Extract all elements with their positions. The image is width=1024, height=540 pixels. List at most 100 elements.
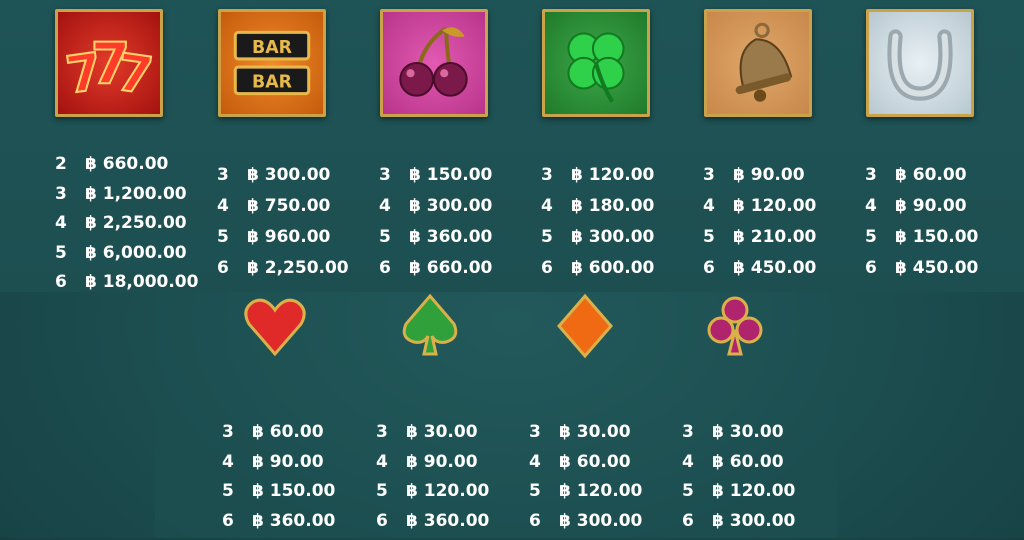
pay-count: 5 <box>217 227 247 247</box>
pay-count: 5 <box>703 227 733 247</box>
pay-count: 4 <box>217 196 247 216</box>
pay-count: 6 <box>682 511 712 531</box>
pay-amount: ฿ 60.00 <box>712 452 784 472</box>
pay-count: 4 <box>55 213 85 233</box>
pay-count: 5 <box>222 481 252 501</box>
pay-row: 6฿ 450.00 <box>865 258 978 289</box>
pay-row: 5฿ 120.00 <box>376 481 489 511</box>
bar-pay-list: 3฿ 300.00 4฿ 750.00 5฿ 960.00 6฿ 2,250.0… <box>217 165 349 289</box>
pay-count: 6 <box>55 272 85 292</box>
pay-row: 6฿ 450.00 <box>703 258 816 289</box>
pay-amount: ฿ 30.00 <box>712 422 784 442</box>
pay-row: 6฿ 360.00 <box>222 511 335 540</box>
pay-amount: ฿ 300.00 <box>247 165 330 185</box>
pay-amount: ฿ 150.00 <box>895 227 978 247</box>
pay-row: 3฿ 30.00 <box>529 422 642 452</box>
pay-row: 2฿ 660.00 <box>55 154 198 184</box>
pay-amount: ฿ 60.00 <box>559 452 631 472</box>
pay-row: 6฿ 2,250.00 <box>217 258 349 289</box>
club-icon <box>703 292 767 360</box>
pay-row: 3฿ 90.00 <box>703 165 816 196</box>
pay-row: 3฿ 150.00 <box>379 165 492 196</box>
pay-count: 6 <box>217 258 247 278</box>
pay-count: 4 <box>222 452 252 472</box>
pay-amount: ฿ 150.00 <box>252 481 335 501</box>
pay-row: 4฿ 60.00 <box>529 452 642 482</box>
pay-row: 4฿ 90.00 <box>865 196 978 227</box>
pay-count: 5 <box>865 227 895 247</box>
pay-count: 5 <box>541 227 571 247</box>
pay-count: 3 <box>703 165 733 185</box>
pay-amount: ฿ 1,200.00 <box>85 184 187 204</box>
pay-row: 6฿ 300.00 <box>529 511 642 540</box>
pay-amount: ฿ 120.00 <box>733 196 816 216</box>
pay-count: 4 <box>529 452 559 472</box>
pay-count: 6 <box>703 258 733 278</box>
pay-row: 3฿ 300.00 <box>217 165 349 196</box>
pay-count: 4 <box>865 196 895 216</box>
cherry-pay-list: 3฿ 150.00 4฿ 300.00 5฿ 360.00 6฿ 660.00 <box>379 165 492 289</box>
pay-amount: ฿ 120.00 <box>559 481 642 501</box>
pay-count: 3 <box>376 422 406 442</box>
pay-row: 5฿ 300.00 <box>541 227 654 258</box>
pay-amount: ฿ 300.00 <box>571 227 654 247</box>
pay-row: 6฿ 360.00 <box>376 511 489 540</box>
club-pay-list: 3฿ 30.00 4฿ 60.00 5฿ 120.00 6฿ 300.00 <box>682 422 795 540</box>
pay-row: 4฿ 2,250.00 <box>55 213 198 243</box>
pay-row: 4฿ 60.00 <box>682 452 795 482</box>
pay-row: 5฿ 210.00 <box>703 227 816 258</box>
spade-pay-list: 3฿ 30.00 4฿ 90.00 5฿ 120.00 6฿ 360.00 <box>376 422 489 540</box>
pay-amount: ฿ 150.00 <box>409 165 492 185</box>
pay-count: 2 <box>55 154 85 174</box>
pay-row: 6฿ 660.00 <box>379 258 492 289</box>
pay-row: 5฿ 150.00 <box>865 227 978 258</box>
triple-seven-icon: 7 7 7 <box>55 9 163 117</box>
pay-count: 5 <box>529 481 559 501</box>
pay-amount: ฿ 120.00 <box>406 481 489 501</box>
pay-row: 4฿ 120.00 <box>703 196 816 227</box>
pay-amount: ฿ 600.00 <box>571 258 654 278</box>
pay-row: 3฿ 30.00 <box>682 422 795 452</box>
pay-amount: ฿ 18,000.00 <box>85 272 198 292</box>
pay-amount: ฿ 2,250.00 <box>247 258 349 278</box>
pay-row: 4฿ 180.00 <box>541 196 654 227</box>
spade-icon <box>398 292 462 360</box>
pay-amount: ฿ 120.00 <box>712 481 795 501</box>
pay-count: 4 <box>703 196 733 216</box>
pay-amount: ฿ 360.00 <box>406 511 489 531</box>
pay-amount: ฿ 660.00 <box>85 154 168 174</box>
four-leaf-clover-icon <box>542 9 650 117</box>
pay-count: 3 <box>379 165 409 185</box>
pay-amount: ฿ 2,250.00 <box>85 213 187 233</box>
pay-amount: ฿ 750.00 <box>247 196 330 216</box>
pay-amount: ฿ 120.00 <box>571 165 654 185</box>
pay-count: 3 <box>55 184 85 204</box>
pay-row: 4฿ 90.00 <box>376 452 489 482</box>
pay-row: 3฿ 1,200.00 <box>55 184 198 214</box>
pay-row: 6฿ 18,000.00 <box>55 272 198 302</box>
bell-icon <box>704 9 812 117</box>
pay-row: 3฿ 120.00 <box>541 165 654 196</box>
pay-count: 4 <box>541 196 571 216</box>
pay-count: 6 <box>541 258 571 278</box>
pay-amount: ฿ 90.00 <box>895 196 967 216</box>
horseshoe-icon <box>866 9 974 117</box>
pay-amount: ฿ 360.00 <box>409 227 492 247</box>
pay-row: 5฿ 960.00 <box>217 227 349 258</box>
pay-count: 3 <box>682 422 712 442</box>
pay-amount: ฿ 90.00 <box>406 452 478 472</box>
diamond-pay-list: 3฿ 30.00 4฿ 60.00 5฿ 120.00 6฿ 300.00 <box>529 422 642 540</box>
pay-count: 5 <box>376 481 406 501</box>
pay-count: 3 <box>541 165 571 185</box>
pay-amount: ฿ 960.00 <box>247 227 330 247</box>
pay-count: 3 <box>222 422 252 442</box>
pay-count: 4 <box>376 452 406 472</box>
heart-icon <box>243 292 307 360</box>
seven-pay-list: 2฿ 660.00 3฿ 1,200.00 4฿ 2,250.00 5฿ 6,0… <box>55 154 198 302</box>
pay-amount: ฿ 60.00 <box>252 422 324 442</box>
pay-count: 6 <box>376 511 406 531</box>
pay-amount: ฿ 30.00 <box>559 422 631 442</box>
diamond-icon <box>553 292 617 360</box>
cherry-icon <box>380 9 488 117</box>
pay-amount: ฿ 90.00 <box>733 165 805 185</box>
